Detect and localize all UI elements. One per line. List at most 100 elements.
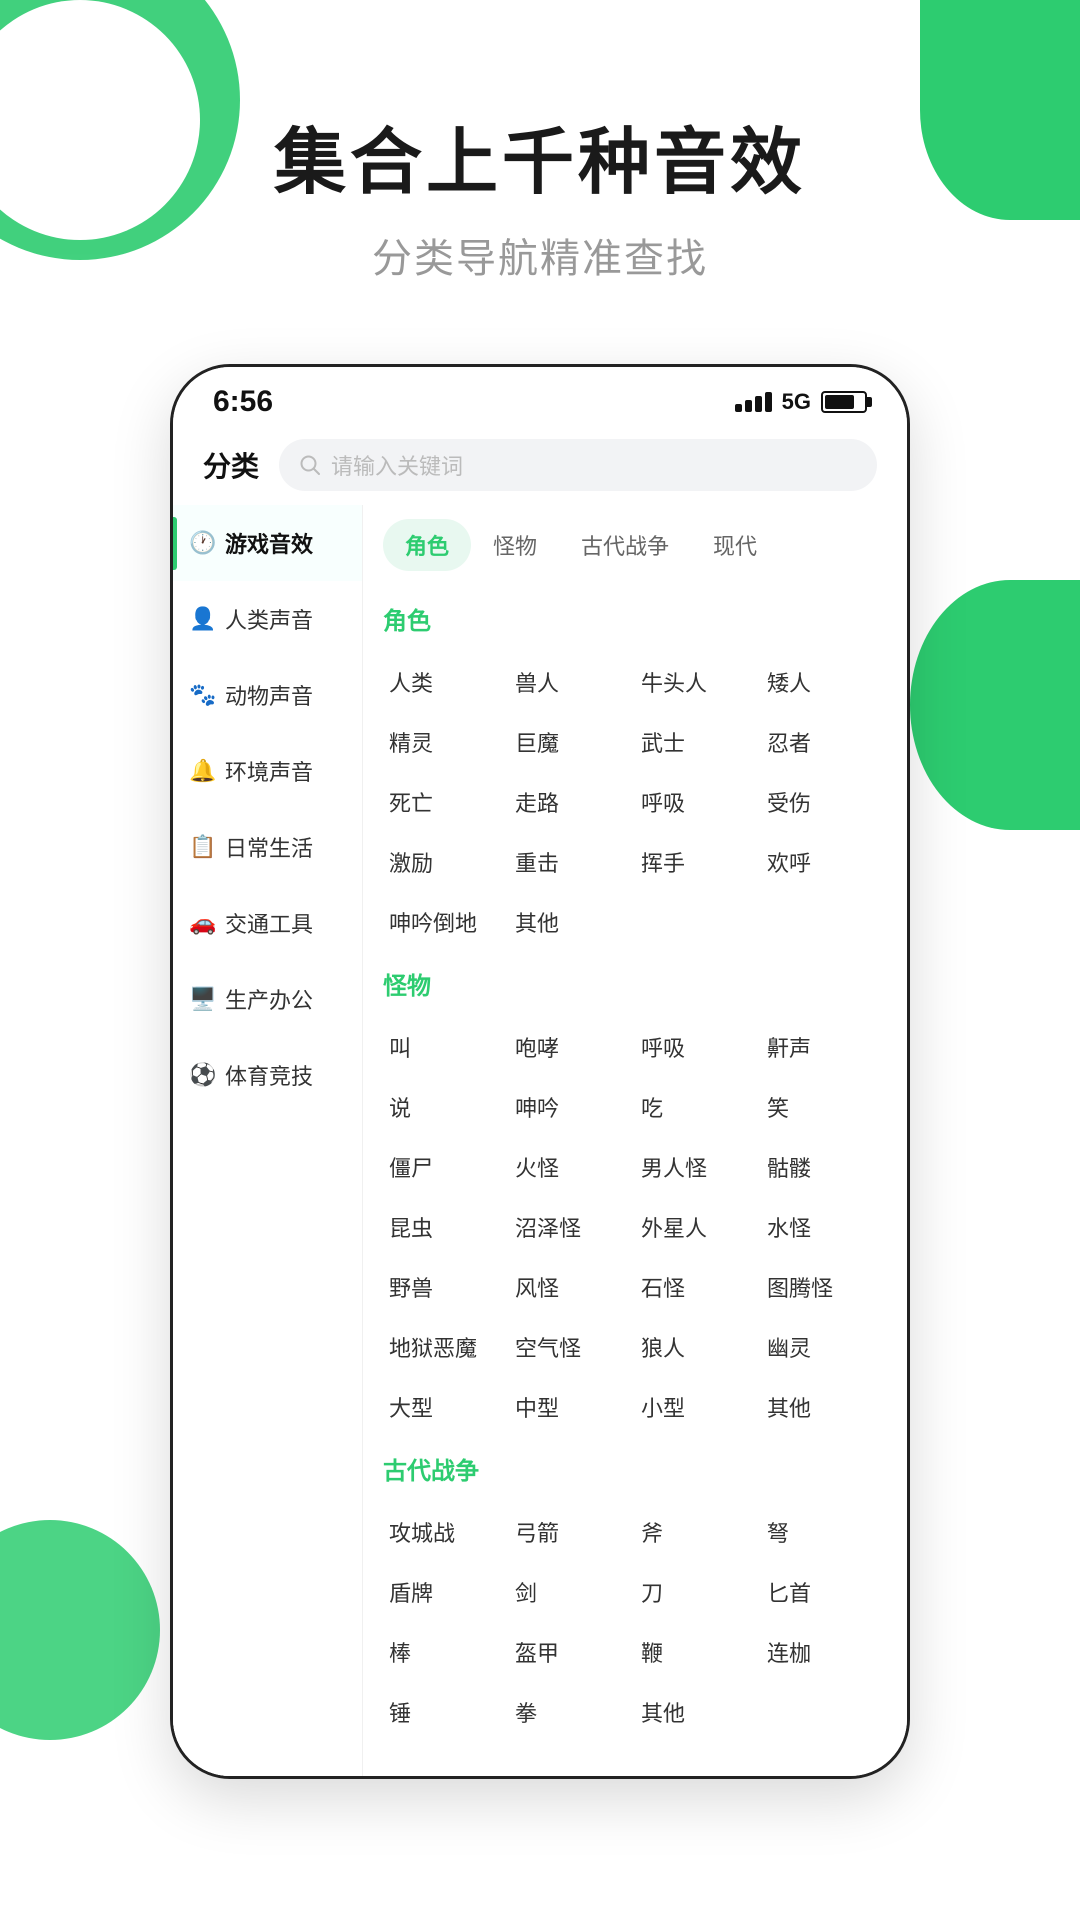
tag-item-1-21[interactable]: 空气怪 [509, 1317, 635, 1377]
tag-item-1-6[interactable]: 吃 [635, 1077, 761, 1137]
sidebar-label-daily: 日常生活 [225, 831, 313, 863]
tag-item-0-17[interactable]: 其他 [509, 892, 635, 952]
sidebar-icon-transport: 🚗 [189, 910, 215, 936]
tag-item-1-4[interactable]: 说 [383, 1077, 509, 1137]
tag-item-2-12[interactable]: 锤 [383, 1682, 509, 1742]
tag-item-2-9[interactable]: 盔甲 [509, 1622, 635, 1682]
tag-item-2-8[interactable]: 棒 [383, 1622, 509, 1682]
tag-item-1-23[interactable]: 幽灵 [761, 1317, 887, 1377]
sidebar-item-transport[interactable]: 🚗 交通工具 [173, 885, 362, 961]
tag-item-0-13[interactable]: 重击 [509, 832, 635, 892]
sidebar-label-office: 生产办公 [225, 983, 313, 1015]
search-label: 分类 [203, 445, 259, 485]
tag-item-0-7[interactable]: 忍者 [761, 712, 887, 772]
tag-item-2-7[interactable]: 匕首 [761, 1562, 887, 1622]
hero-subtitle: 分类导航精准查找 [0, 226, 1080, 284]
tag-item-0-14[interactable]: 挥手 [635, 832, 761, 892]
sidebar-item-environment[interactable]: 🔔 环境声音 [173, 733, 362, 809]
right-content: 角色怪物古代战争现代 角色人类兽人牛头人矮人精灵巨魔武士忍者死亡走路呼吸受伤激励… [363, 505, 907, 1776]
tag-item-1-19[interactable]: 图腾怪 [761, 1257, 887, 1317]
tag-item-1-22[interactable]: 狼人 [635, 1317, 761, 1377]
tag-item-1-20[interactable]: 地狱恶魔 [383, 1317, 509, 1377]
sidebar-label-transport: 交通工具 [225, 907, 313, 939]
tag-item-1-2[interactable]: 呼吸 [635, 1017, 761, 1077]
sidebar-icon-human: 👤 [189, 606, 215, 632]
tag-item-2-10[interactable]: 鞭 [635, 1622, 761, 1682]
tag-item-1-8[interactable]: 僵尸 [383, 1137, 509, 1197]
tag-item-1-12[interactable]: 昆虫 [383, 1197, 509, 1257]
tab-item-2[interactable]: 古代战争 [559, 519, 691, 571]
status-right: 5G [735, 389, 867, 415]
tag-item-1-16[interactable]: 野兽 [383, 1257, 509, 1317]
tab-item-0[interactable]: 角色 [383, 519, 471, 571]
tag-item-1-10[interactable]: 男人怪 [635, 1137, 761, 1197]
signal-bars-icon [735, 392, 772, 412]
tag-item-1-17[interactable]: 风怪 [509, 1257, 635, 1317]
tag-item-0-1[interactable]: 兽人 [509, 652, 635, 712]
sidebar-item-sports[interactable]: ⚽ 体育竞技 [173, 1037, 362, 1113]
tag-item-0-16[interactable]: 呻吟倒地 [383, 892, 509, 952]
sidebar-item-human[interactable]: 👤 人类声音 [173, 581, 362, 657]
sidebar-label-game: 游戏音效 [225, 527, 313, 559]
tag-item-0-15[interactable]: 欢呼 [761, 832, 887, 892]
tag-item-0-8[interactable]: 死亡 [383, 772, 509, 832]
tag-item-2-4[interactable]: 盾牌 [383, 1562, 509, 1622]
sidebar-item-daily[interactable]: 📋 日常生活 [173, 809, 362, 885]
tag-item-0-4[interactable]: 精灵 [383, 712, 509, 772]
sidebar-item-game[interactable]: 🕐 游戏音效 [173, 505, 362, 581]
tag-item-2-0[interactable]: 攻城战 [383, 1502, 509, 1562]
search-placeholder-text: 请输入关键词 [331, 449, 463, 481]
tag-item-1-15[interactable]: 水怪 [761, 1197, 887, 1257]
tag-grid-2: 攻城战弓箭斧弩盾牌剑刀匕首棒盔甲鞭连枷锤拳其他 [383, 1502, 887, 1742]
tag-item-0-10[interactable]: 呼吸 [635, 772, 761, 832]
tag-item-1-3[interactable]: 鼾声 [761, 1017, 887, 1077]
tag-grid-0: 人类兽人牛头人矮人精灵巨魔武士忍者死亡走路呼吸受伤激励重击挥手欢呼呻吟倒地其他 [383, 652, 887, 952]
search-icon [299, 454, 321, 476]
phone-frame: 6:56 5G 分类 [170, 364, 910, 1779]
sidebar: 🕐 游戏音效 👤 人类声音 🐾 动物声音 🔔 环境声音 📋 日常生活 🚗 交通工… [173, 505, 363, 1776]
tag-item-1-9[interactable]: 火怪 [509, 1137, 635, 1197]
tag-item-0-3[interactable]: 矮人 [761, 652, 887, 712]
sidebar-icon-game: 🕐 [189, 530, 215, 556]
tag-item-2-14[interactable]: 其他 [635, 1682, 761, 1742]
tag-item-0-0[interactable]: 人类 [383, 652, 509, 712]
tab-item-3[interactable]: 现代 [691, 519, 779, 571]
tag-item-2-1[interactable]: 弓箭 [509, 1502, 635, 1562]
battery-icon [821, 391, 867, 413]
tag-item-2-13[interactable]: 拳 [509, 1682, 635, 1742]
sidebar-item-office[interactable]: 🖥️ 生产办公 [173, 961, 362, 1037]
tag-item-1-13[interactable]: 沼泽怪 [509, 1197, 635, 1257]
tag-item-2-2[interactable]: 斧 [635, 1502, 761, 1562]
sidebar-label-sports: 体育竞技 [225, 1059, 313, 1091]
tag-item-0-2[interactable]: 牛头人 [635, 652, 761, 712]
sidebar-label-environment: 环境声音 [225, 755, 313, 787]
section-title-0: 角色 [383, 601, 887, 636]
tag-item-1-24[interactable]: 大型 [383, 1377, 509, 1437]
tag-item-1-14[interactable]: 外星人 [635, 1197, 761, 1257]
tab-item-1[interactable]: 怪物 [471, 519, 559, 571]
tag-grid-1: 叫咆哮呼吸鼾声说呻吟吃笑僵尸火怪男人怪骷髅昆虫沼泽怪外星人水怪野兽风怪石怪图腾怪… [383, 1017, 887, 1437]
tag-item-2-3[interactable]: 弩 [761, 1502, 887, 1562]
tag-item-0-6[interactable]: 武士 [635, 712, 761, 772]
tag-item-1-11[interactable]: 骷髅 [761, 1137, 887, 1197]
tag-item-1-18[interactable]: 石怪 [635, 1257, 761, 1317]
sidebar-icon-environment: 🔔 [189, 758, 215, 784]
tag-item-0-5[interactable]: 巨魔 [509, 712, 635, 772]
tag-item-1-5[interactable]: 呻吟 [509, 1077, 635, 1137]
sidebar-item-animal[interactable]: 🐾 动物声音 [173, 657, 362, 733]
tag-item-1-25[interactable]: 中型 [509, 1377, 635, 1437]
tag-item-0-12[interactable]: 激励 [383, 832, 509, 892]
phone-container: 6:56 5G 分类 [0, 364, 1080, 1779]
tag-item-1-7[interactable]: 笑 [761, 1077, 887, 1137]
tag-item-2-6[interactable]: 刀 [635, 1562, 761, 1622]
section-title-1: 怪物 [383, 966, 887, 1001]
tag-item-1-1[interactable]: 咆哮 [509, 1017, 635, 1077]
tag-item-2-5[interactable]: 剑 [509, 1562, 635, 1622]
tag-item-0-9[interactable]: 走路 [509, 772, 635, 832]
tag-item-2-11[interactable]: 连枷 [761, 1622, 887, 1682]
tag-item-0-11[interactable]: 受伤 [761, 772, 887, 832]
search-input-wrap[interactable]: 请输入关键词 [279, 439, 877, 491]
tag-item-1-0[interactable]: 叫 [383, 1017, 509, 1077]
tag-item-1-27[interactable]: 其他 [761, 1377, 887, 1437]
tag-item-1-26[interactable]: 小型 [635, 1377, 761, 1437]
